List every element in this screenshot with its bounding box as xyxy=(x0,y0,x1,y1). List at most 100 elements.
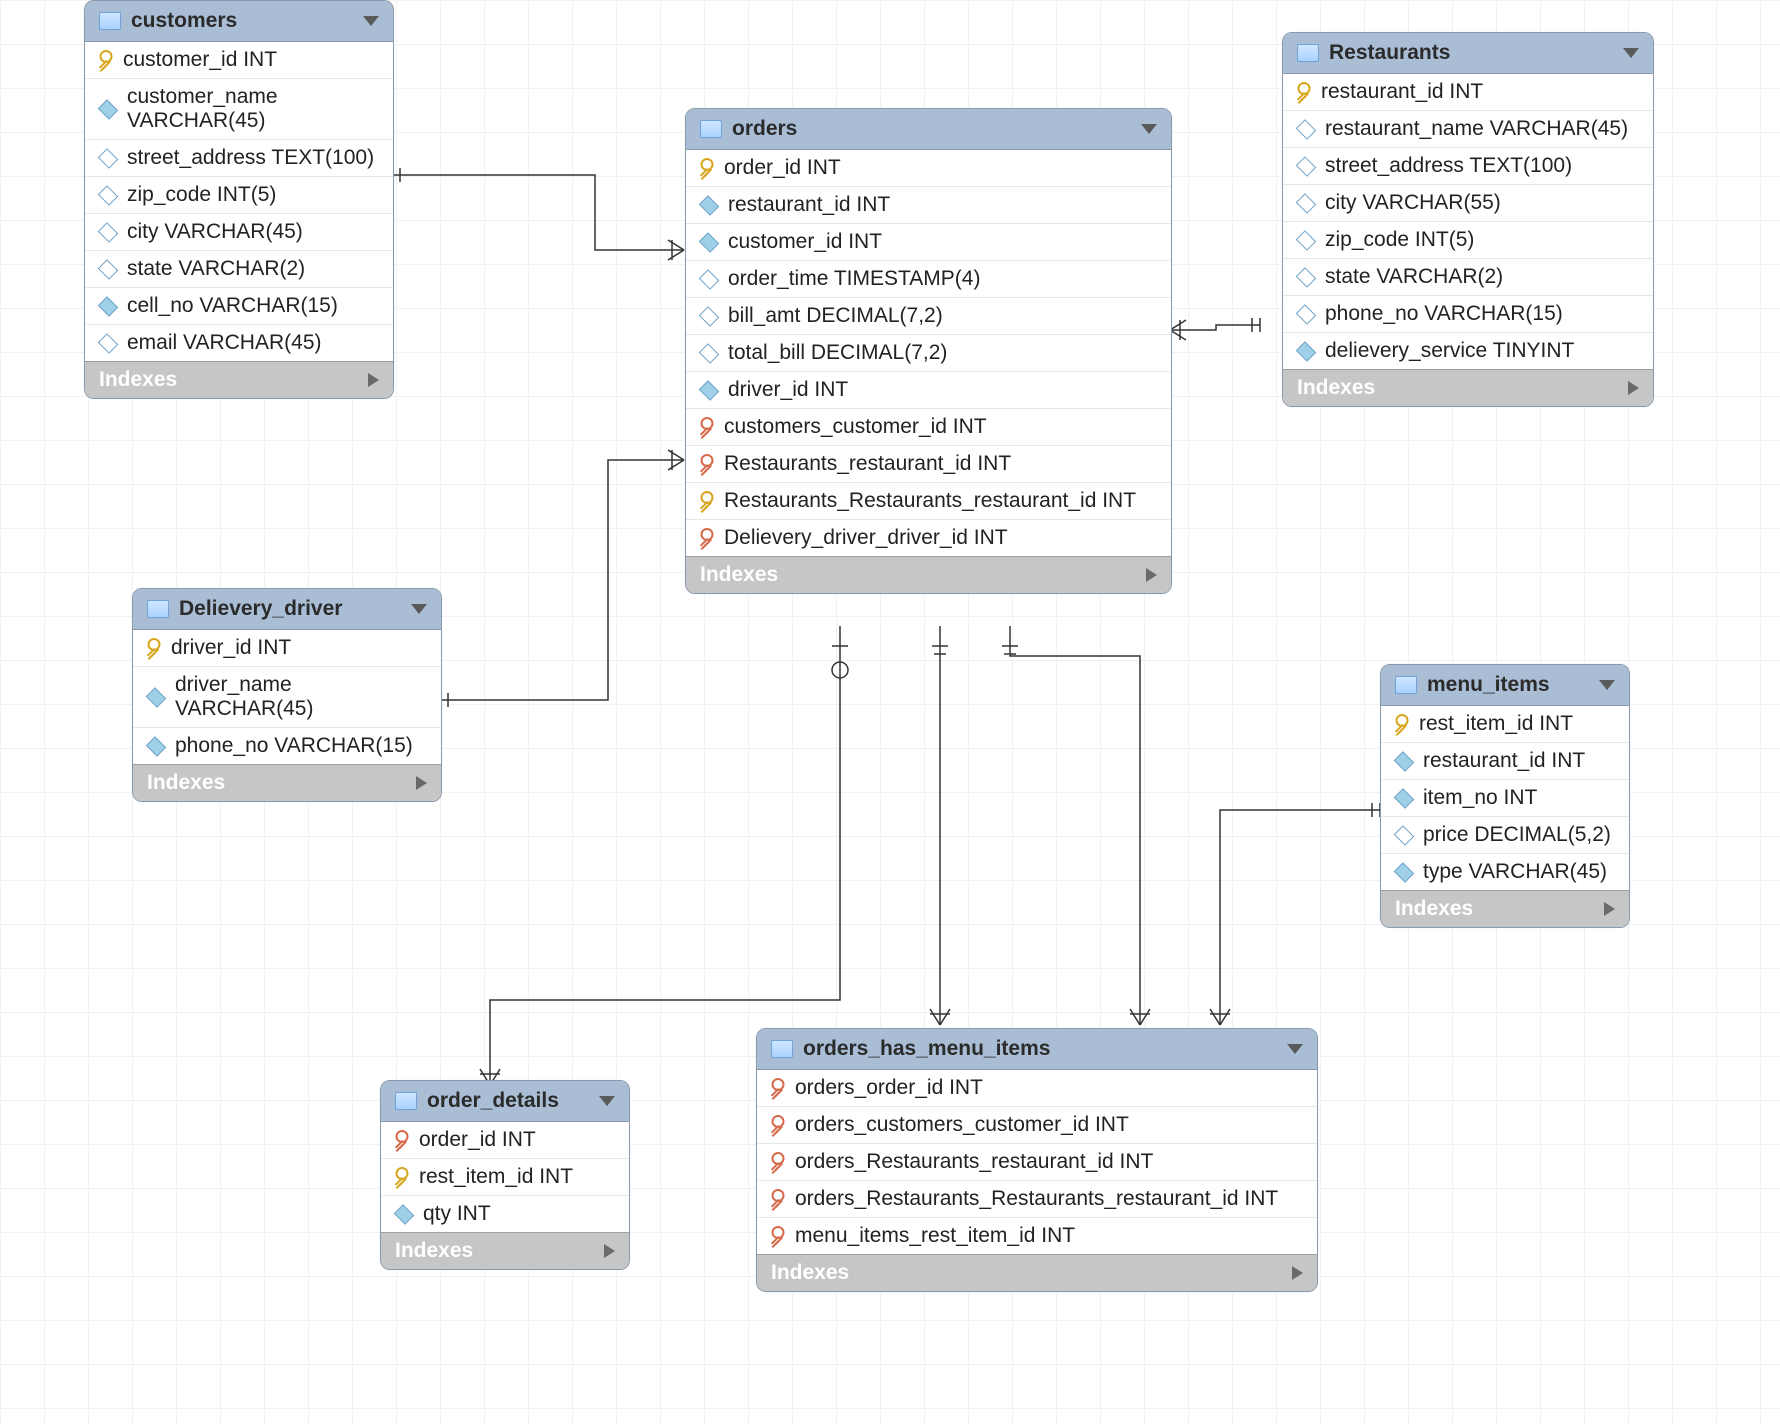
column: city VARCHAR(55) xyxy=(1283,184,1653,221)
column-label: customer_id INT xyxy=(123,48,277,72)
column-icon xyxy=(98,99,119,120)
column-label: type VARCHAR(45) xyxy=(1423,860,1607,884)
column: city VARCHAR(45) xyxy=(85,213,393,250)
indexes-section[interactable]: Indexes xyxy=(686,556,1171,593)
column-icon xyxy=(699,269,720,290)
column-label: Delievery_driver_driver_id INT xyxy=(724,526,1008,550)
column-label: customer_id INT xyxy=(728,230,882,254)
column-icon xyxy=(1296,193,1317,214)
column-icon xyxy=(699,306,720,327)
indexes-section[interactable]: Indexes xyxy=(133,764,441,801)
table-title: Delievery_driver xyxy=(179,597,342,621)
column: driver_id INT xyxy=(686,371,1171,408)
table-header[interactable]: Delievery_driver xyxy=(133,589,441,630)
primary-key-icon xyxy=(392,1167,412,1187)
table-columns: customer_id INT customer_name VARCHAR(45… xyxy=(85,42,393,361)
table-orders[interactable]: orders order_id INT restaurant_id INT cu… xyxy=(685,108,1172,594)
chevron-down-icon[interactable] xyxy=(1599,680,1615,690)
column-label: order_id INT xyxy=(419,1128,536,1152)
chevron-down-icon[interactable] xyxy=(1141,124,1157,134)
table-restaurants[interactable]: Restaurants restaurant_id INT restaurant… xyxy=(1282,32,1654,407)
column: order_id INT xyxy=(686,150,1171,186)
column-label: total_bill DECIMAL(7,2) xyxy=(728,341,947,365)
table-delivery-driver[interactable]: Delievery_driver driver_id INT driver_na… xyxy=(132,588,442,802)
indexes-label: Indexes xyxy=(700,563,778,587)
column-label: orders_Restaurants_restaurant_id INT xyxy=(795,1150,1153,1174)
indexes-section[interactable]: Indexes xyxy=(757,1254,1317,1291)
column: total_bill DECIMAL(7,2) xyxy=(686,334,1171,371)
indexes-section[interactable]: Indexes xyxy=(1381,890,1629,927)
column-icon xyxy=(699,232,720,253)
column: email VARCHAR(45) xyxy=(85,324,393,361)
column-label: customer_name VARCHAR(45) xyxy=(127,85,379,133)
table-header[interactable]: menu_items xyxy=(1381,665,1629,706)
column-label: Restaurants_restaurant_id INT xyxy=(724,452,1011,476)
table-order-details[interactable]: order_details order_id INT rest_item_id … xyxy=(380,1080,630,1270)
column: street_address TEXT(100) xyxy=(1283,147,1653,184)
table-icon xyxy=(1395,676,1417,694)
column-label: city VARCHAR(55) xyxy=(1325,191,1501,215)
column: rest_item_id INT xyxy=(1381,706,1629,742)
column-label: restaurant_id INT xyxy=(1321,80,1483,104)
column-label: delievery_service TINYINT xyxy=(1325,339,1574,363)
table-customers[interactable]: customers customer_id INT customer_name … xyxy=(84,0,394,399)
chevron-right-icon xyxy=(1604,902,1615,916)
table-columns: order_id INT restaurant_id INT customer_… xyxy=(686,150,1171,556)
column: restaurant_name VARCHAR(45) xyxy=(1283,110,1653,147)
primary-key-icon xyxy=(697,158,717,178)
chevron-right-icon xyxy=(1146,568,1157,582)
chevron-down-icon[interactable] xyxy=(599,1096,615,1106)
column-icon xyxy=(1296,304,1317,325)
column-label: orders_customers_customer_id INT xyxy=(795,1113,1129,1137)
column-label: driver_id INT xyxy=(728,378,848,402)
indexes-section[interactable]: Indexes xyxy=(1283,369,1653,406)
chevron-down-icon[interactable] xyxy=(411,604,427,614)
column: Restaurants_Restaurants_restaurant_id IN… xyxy=(686,482,1171,519)
column: driver_id INT xyxy=(133,630,441,666)
column-icon xyxy=(699,380,720,401)
column: phone_no VARCHAR(15) xyxy=(1283,295,1653,332)
column: restaurant_id INT xyxy=(686,186,1171,223)
chevron-down-icon[interactable] xyxy=(1623,48,1639,58)
column-icon xyxy=(98,222,119,243)
table-header[interactable]: order_details xyxy=(381,1081,629,1122)
table-title: Restaurants xyxy=(1329,41,1450,65)
table-menu-items[interactable]: menu_items rest_item_id INT restaurant_i… xyxy=(1380,664,1630,928)
table-title: orders xyxy=(732,117,797,141)
table-header[interactable]: customers xyxy=(85,1,393,42)
column-icon xyxy=(699,195,720,216)
chevron-down-icon[interactable] xyxy=(363,16,379,26)
indexes-label: Indexes xyxy=(395,1239,473,1263)
column-label: phone_no VARCHAR(15) xyxy=(1325,302,1563,326)
column: zip_code INT(5) xyxy=(1283,221,1653,258)
column-label: orders_Restaurants_Restaurants_restauran… xyxy=(795,1187,1278,1211)
column: order_time TIMESTAMP(4) xyxy=(686,260,1171,297)
indexes-section[interactable]: Indexes xyxy=(381,1232,629,1269)
column-icon xyxy=(1394,862,1415,883)
table-header[interactable]: orders_has_menu_items xyxy=(757,1029,1317,1070)
chevron-down-icon[interactable] xyxy=(1287,1044,1303,1054)
erd-canvas[interactable]: { "footer_label": "Indexes", "tables": {… xyxy=(0,0,1780,1424)
column: orders_order_id INT xyxy=(757,1070,1317,1106)
column: zip_code INT(5) xyxy=(85,176,393,213)
column: customer_name VARCHAR(45) xyxy=(85,78,393,139)
indexes-section[interactable]: Indexes xyxy=(85,361,393,398)
table-columns: restaurant_id INT restaurant_name VARCHA… xyxy=(1283,74,1653,369)
foreign-key-icon xyxy=(768,1189,788,1209)
foreign-key-icon xyxy=(697,417,717,437)
chevron-right-icon xyxy=(1628,381,1639,395)
column-icon xyxy=(98,259,119,280)
column-label: restaurant_name VARCHAR(45) xyxy=(1325,117,1628,141)
table-header[interactable]: Restaurants xyxy=(1283,33,1653,74)
column: menu_items_rest_item_id INT xyxy=(757,1217,1317,1254)
table-header[interactable]: orders xyxy=(686,109,1171,150)
column-icon xyxy=(1296,119,1317,140)
indexes-label: Indexes xyxy=(1395,897,1473,921)
column-icon xyxy=(1296,230,1317,251)
table-orders-has-menu-items[interactable]: orders_has_menu_items orders_order_id IN… xyxy=(756,1028,1318,1292)
primary-key-icon xyxy=(697,491,717,511)
column-label: bill_amt DECIMAL(7,2) xyxy=(728,304,943,328)
column-label: state VARCHAR(2) xyxy=(1325,265,1503,289)
foreign-key-icon xyxy=(697,528,717,548)
column-icon xyxy=(1296,341,1317,362)
